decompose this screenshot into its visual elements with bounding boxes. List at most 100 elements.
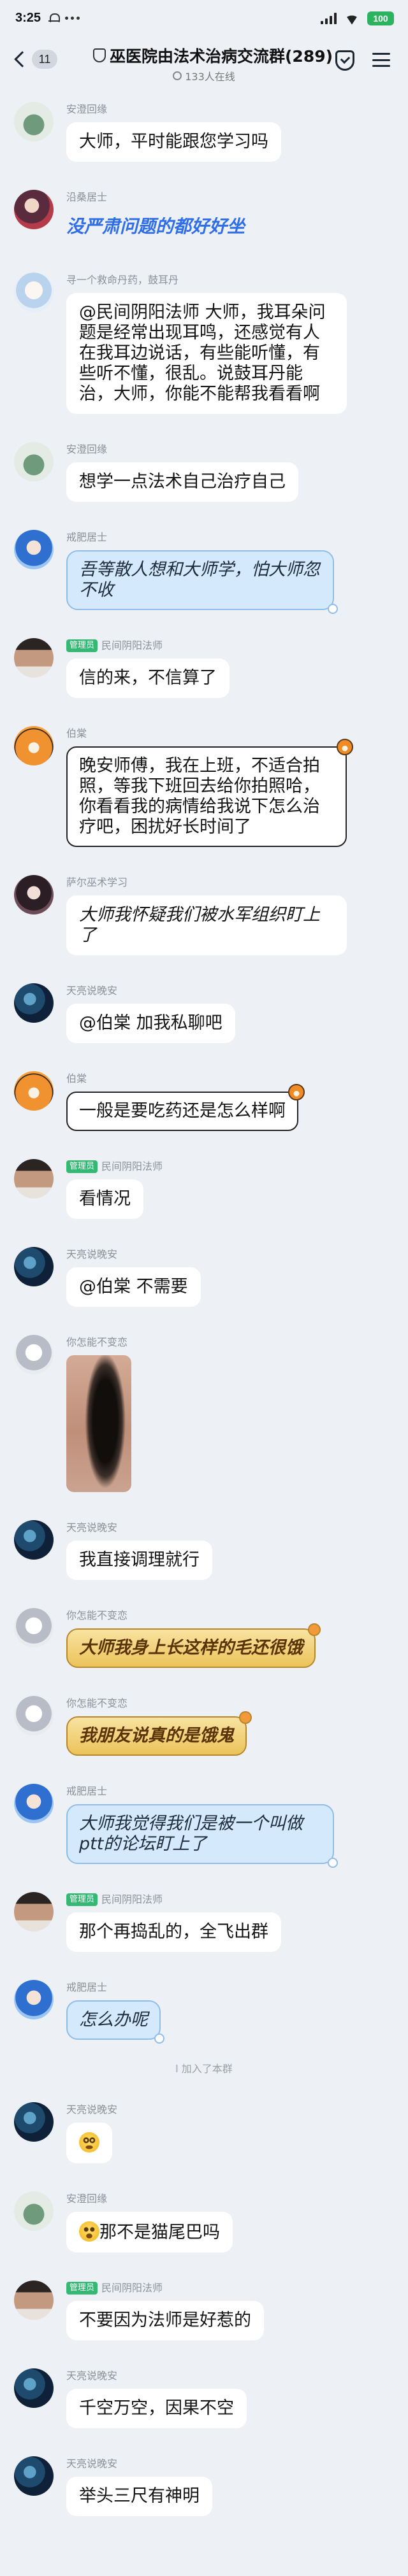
- chat-message: 你怎能不变恋 我朋友说真的是饿鬼: [14, 1696, 394, 1756]
- chat-message: 管理员 民间阴阳法师 不要因为法师是好惹的: [14, 2281, 394, 2340]
- sender-avatar[interactable]: [14, 2102, 54, 2142]
- message-text: 那不是猫尾巴吗: [99, 2223, 220, 2242]
- message-bubble[interactable]: 千空万空，因果不空: [66, 2389, 247, 2428]
- sender-avatar[interactable]: [14, 983, 54, 1023]
- sender-avatar[interactable]: [14, 1247, 54, 1286]
- message-bubble[interactable]: 那个再捣乱的，全飞出群: [66, 1912, 281, 1952]
- dizzy-face-emoji-icon: [79, 2132, 99, 2153]
- sender-name: 天亮说晚安: [66, 1248, 118, 1260]
- sender-name: 戒肥居士: [66, 1785, 108, 1797]
- back-chevron-icon: [14, 51, 31, 68]
- bubble-decoration: [328, 1858, 338, 1868]
- sender-name: 民间阴阳法师: [101, 2282, 163, 2294]
- sender-name: 伯棠: [66, 1072, 87, 1085]
- sender-avatar[interactable]: [14, 1071, 54, 1111]
- sender-name: 萨尔巫术学习: [66, 876, 128, 888]
- sender-line: 管理员 民间阴阳法师: [66, 2281, 163, 2296]
- message-bubble[interactable]: [66, 2123, 112, 2163]
- sender-avatar[interactable]: [14, 1159, 54, 1199]
- sender-avatar[interactable]: [14, 1784, 54, 1823]
- unread-count-badge: 11: [32, 50, 57, 69]
- message-bubble[interactable]: @伯棠 不需要: [66, 1267, 201, 1307]
- message-bubble[interactable]: 大师我身上长这样的毛还很饿: [66, 1623, 321, 1668]
- group-name: 巫医院由法术治病交流群(289): [110, 47, 333, 66]
- message-bubble[interactable]: 信的来，不信算了: [66, 658, 229, 698]
- chat-message: 管理员 民间阴阳法师 信的来，不信算了: [14, 638, 394, 698]
- message-bubble[interactable]: 那不是猫尾巴吗: [66, 2212, 233, 2252]
- online-icon: [173, 71, 182, 80]
- message-bubble[interactable]: 想学一点法术自己治疗自己: [66, 462, 298, 502]
- message-bubble[interactable]: 一般是要吃药还是怎么样啊: [66, 1084, 305, 1131]
- sender-avatar[interactable]: [14, 530, 54, 569]
- message-bubble[interactable]: 看情况: [66, 1179, 143, 1219]
- sender-avatar[interactable]: [14, 102, 54, 141]
- message-bubble[interactable]: 大师我觉得我们是被一个叫做ptt的论坛盯上了: [66, 1804, 338, 1868]
- styled-message-text[interactable]: 没严肃问题的都好好坐: [66, 210, 245, 245]
- message-bubble[interactable]: @民间阴阳法师 大师，我耳朵问题是经常出现耳鸣，还感觉有人在我耳边说话，有些能听…: [66, 293, 347, 414]
- message-bubble[interactable]: 晚安师傅，我在上班，不适合拍照，等我下班回去给你拍照哈，你看看我的病情给我说下怎…: [66, 739, 353, 847]
- sender-line: 管理员 民间阴阳法师: [66, 1159, 163, 1174]
- message-text: 大师我身上长这样的毛还很饿: [79, 1638, 303, 1658]
- message-bubble[interactable]: 大师，平时能跟您学习吗: [66, 122, 281, 162]
- notification-bell-icon: [48, 13, 61, 24]
- admin-badge: 管理员: [66, 1893, 98, 1906]
- message-bubble[interactable]: 我朋友说真的是饿鬼: [66, 1711, 252, 1756]
- tiger-decoration-icon: [337, 739, 353, 755]
- sender-name: 安澄回缘: [66, 2193, 108, 2205]
- menu-icon[interactable]: [372, 53, 390, 67]
- message-text: 怎么办呢: [79, 2010, 148, 2030]
- online-count: 133人在线: [185, 71, 235, 83]
- sender-name: 沿桑居士: [66, 191, 108, 203]
- group-title[interactable]: 巫医院由法术治病交流群(289): [93, 44, 333, 67]
- sender-line: 管理员 民间阴阳法师: [66, 1892, 163, 1907]
- admin-badge: 管理员: [66, 639, 98, 652]
- sender-avatar[interactable]: [14, 442, 54, 481]
- chat-message: 安澄回缘 想学一点法术自己治疗自己: [14, 442, 394, 502]
- sender-avatar[interactable]: [14, 2456, 54, 2496]
- chat-message-list[interactable]: 安澄回缘 大师，平时能跟您学习吗 沿桑居士 没严肃问题的都好好坐 寻一个救命丹药…: [0, 85, 408, 2516]
- bubble-decoration: [308, 1623, 321, 1636]
- sender-name: 你怎能不变恋: [66, 1697, 128, 1709]
- sender-avatar[interactable]: [14, 1335, 54, 1374]
- sender-name: 天亮说晚安: [66, 2103, 118, 2116]
- sender-name: 戒肥居士: [66, 1981, 108, 1993]
- back-button[interactable]: 11: [9, 48, 57, 71]
- message-bubble[interactable]: @伯棠 加我私聊吧: [66, 1004, 235, 1043]
- sender-avatar[interactable]: [14, 1892, 54, 1932]
- status-indicators: 100: [321, 11, 394, 25]
- sender-avatar[interactable]: [14, 1980, 54, 2019]
- sender-avatar[interactable]: [14, 638, 54, 678]
- message-bubble[interactable]: 吾等散人想和大师学，怕大师忽不收: [66, 550, 338, 614]
- message-bubble[interactable]: 不要因为法师是好惹的: [66, 2301, 264, 2340]
- chat-message: 天亮说晚安 我直接调理就行: [14, 1520, 394, 1580]
- sender-avatar[interactable]: [14, 2191, 54, 2231]
- message-bubble[interactable]: 大师我怀疑我们被水军组织盯上了: [66, 895, 347, 955]
- sender-avatar[interactable]: [14, 273, 54, 312]
- system-notice: l 加入了本群: [175, 2063, 233, 2075]
- sender-avatar[interactable]: [14, 2368, 54, 2408]
- message-bubble[interactable]: 我直接调理就行: [66, 1541, 212, 1580]
- sender-avatar[interactable]: [14, 1608, 54, 1647]
- chat-message: 萨尔巫术学习 大师我怀疑我们被水军组织盯上了: [14, 875, 394, 955]
- sender-avatar[interactable]: [14, 1696, 54, 1735]
- chat-message: 伯棠 一般是要吃药还是怎么样啊: [14, 1071, 394, 1131]
- sender-name: 你怎能不变恋: [66, 1609, 128, 1621]
- chat-message: 安澄回缘 大师，平时能跟您学习吗: [14, 102, 394, 162]
- message-bubble[interactable]: 怎么办呢: [66, 2000, 164, 2044]
- sender-name: 天亮说晚安: [66, 2458, 118, 2470]
- sender-avatar[interactable]: [14, 875, 54, 914]
- chat-message: 天亮说晚安 @伯棠 加我私聊吧: [14, 983, 394, 1043]
- chat-header: 11 巫医院由法术治病交流群(289) 133人在线: [0, 36, 408, 85]
- sender-name: 民间阴阳法师: [101, 1160, 163, 1172]
- group-shield-icon[interactable]: [335, 50, 354, 71]
- sender-avatar[interactable]: [14, 726, 54, 765]
- sender-name: 安澄回缘: [66, 443, 108, 455]
- chat-message: 寻一个救命丹药，鼓耳丹 @民间阴阳法师 大师，我耳朵问题是经常出现耳鸣，还感觉有…: [14, 273, 394, 414]
- sender-line: 管理员 民间阴阳法师: [66, 638, 163, 653]
- image-attachment[interactable]: [66, 1355, 131, 1492]
- status-bar: 3:25 100: [0, 0, 408, 36]
- message-bubble[interactable]: 举头三尺有神明: [66, 2477, 212, 2516]
- sender-avatar[interactable]: [14, 1520, 54, 1560]
- sender-avatar[interactable]: [14, 190, 54, 229]
- sender-avatar[interactable]: [14, 2281, 54, 2320]
